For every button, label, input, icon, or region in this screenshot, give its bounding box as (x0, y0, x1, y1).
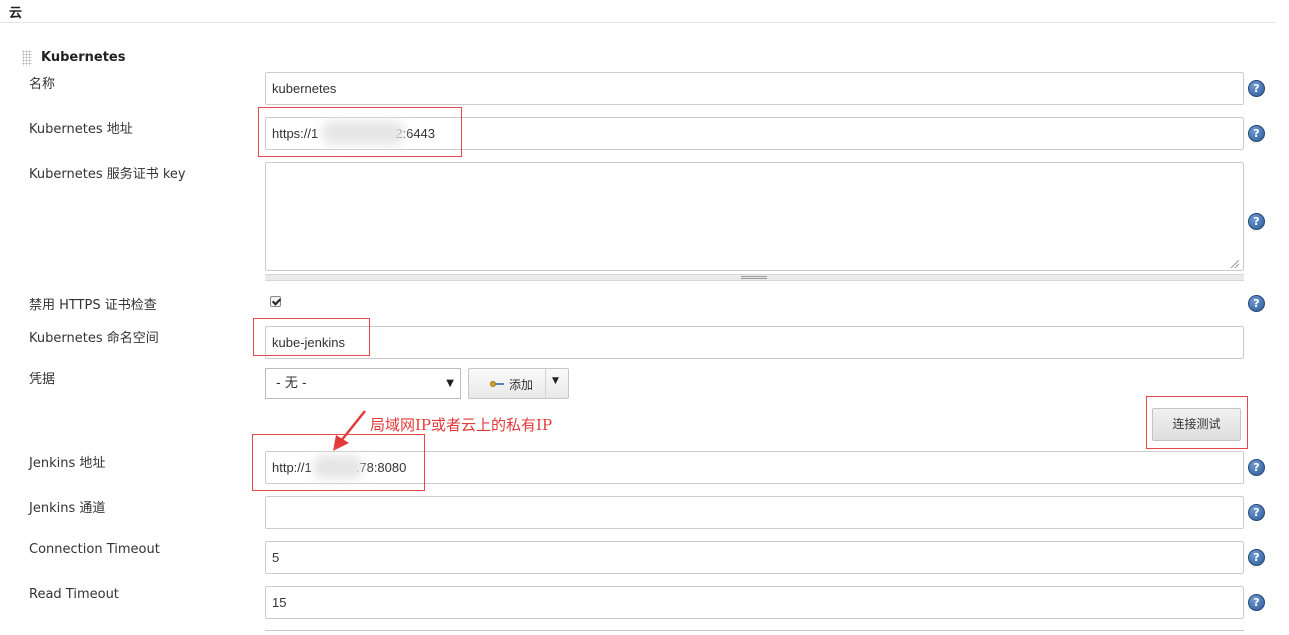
credentials-label: 凭据 (29, 372, 56, 387)
help-icon[interactable]: ? (1248, 594, 1265, 611)
read-timeout-input[interactable]: 15 (265, 586, 1244, 619)
name-input[interactable]: kubernetes (265, 72, 1244, 105)
disable-https-check-label: 禁用 HTTPS 证书检查 (29, 298, 157, 313)
help-icon[interactable]: ? (1248, 549, 1265, 566)
highlight-box (253, 318, 370, 356)
namespace-input[interactable]: kube-jenkins (265, 326, 1244, 359)
namespace-label: Kubernetes 命名空间 (29, 331, 159, 346)
jenkins-url-label: Jenkins 地址 (29, 456, 106, 471)
resizer-grip-icon (741, 276, 767, 279)
jenkins-tunnel-input[interactable] (265, 496, 1244, 529)
highlight-box (258, 107, 462, 157)
connection-timeout-input[interactable]: 5 (265, 541, 1244, 574)
credentials-selected-value: - 无 - (276, 376, 307, 391)
highlight-box (1146, 396, 1248, 449)
caret-down-icon: ▼ (446, 378, 454, 389)
key-icon (490, 381, 504, 387)
cloud-name-title: Kubernetes (41, 50, 126, 65)
add-credentials-button[interactable]: 添加 ▼ (468, 368, 569, 399)
highlight-box (252, 434, 425, 491)
help-icon[interactable]: ? (1248, 125, 1265, 142)
read-timeout-label: Read Timeout (29, 587, 119, 602)
annotation-text: 局域网IP或者云上的私有IP (370, 416, 553, 434)
help-icon[interactable]: ? (1248, 80, 1265, 97)
k8s-url-label: Kubernetes 地址 (29, 122, 133, 137)
connection-timeout-label: Connection Timeout (29, 542, 160, 557)
server-cert-key-label: Kubernetes 服务证书 key (29, 167, 186, 182)
help-icon[interactable]: ? (1248, 213, 1265, 230)
button-divider (545, 369, 546, 398)
help-icon[interactable]: ? (1248, 459, 1265, 476)
add-credentials-label: 添加 (509, 378, 534, 392)
jenkins-tunnel-label: Jenkins 通道 (29, 501, 106, 516)
section-divider (0, 22, 1276, 23)
caret-down-icon[interactable]: ▼ (552, 376, 559, 386)
resize-grip-icon[interactable] (1231, 260, 1239, 268)
server-cert-key-textarea[interactable] (265, 162, 1244, 271)
help-icon[interactable]: ? (1248, 504, 1265, 521)
help-icon[interactable]: ? (1248, 295, 1265, 312)
name-label: 名称 (29, 77, 56, 92)
disable-https-check-checkbox[interactable] (270, 296, 281, 307)
drag-handle-icon[interactable] (22, 50, 32, 66)
section-title: 云 (9, 6, 23, 21)
credentials-select[interactable]: - 无 - ▼ (265, 368, 461, 399)
next-field-edge (265, 630, 1244, 635)
